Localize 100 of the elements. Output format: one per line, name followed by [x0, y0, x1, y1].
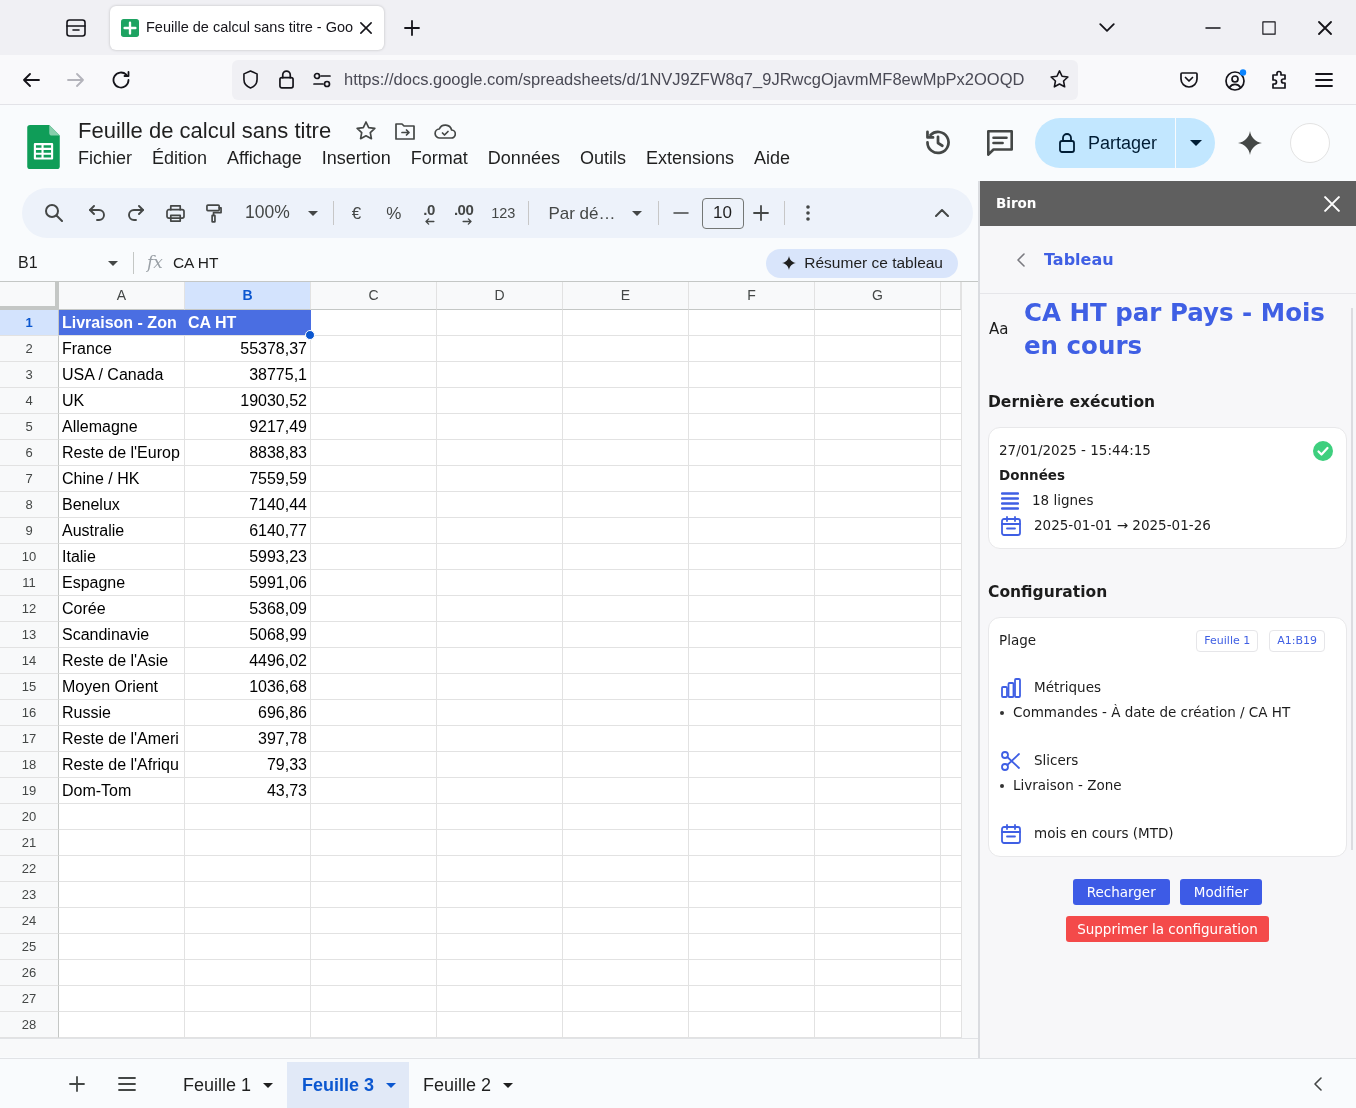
drawer-icon[interactable] [66, 18, 86, 37]
menu-item[interactable]: Insertion [311, 146, 401, 170]
column-header[interactable]: D [437, 282, 563, 310]
minus-icon[interactable] [672, 212, 689, 214]
row-header[interactable]: 24 [0, 908, 59, 934]
spreadsheet-icon[interactable] [27, 125, 60, 169]
sheet-tab[interactable]: Feuille 3 [287, 1062, 410, 1108]
formula-field[interactable]: CA HT [172, 251, 767, 275]
share-button[interactable]: Partager [1034, 118, 1175, 168]
menu-item[interactable]: Extensions [635, 146, 744, 170]
close-icon[interactable] [1318, 20, 1332, 35]
star-icon[interactable] [1050, 70, 1069, 89]
number-format-button[interactable]: 123 [491, 205, 516, 221]
selection-handle[interactable] [305, 330, 315, 340]
menu-item[interactable]: Format [400, 146, 478, 170]
browser-tab[interactable]: Feuille de calcul sans titre - Goo [110, 5, 384, 50]
row-header[interactable]: 6 [0, 440, 59, 466]
row-header[interactable]: 14 [0, 648, 59, 674]
back-icon[interactable] [22, 72, 40, 87]
font-size-field[interactable]: 10 [701, 197, 744, 229]
chevron-up-icon[interactable] [935, 209, 949, 217]
menu-item[interactable]: Aide [744, 146, 801, 170]
menu-item[interactable]: Fichier [68, 146, 142, 170]
undo-icon[interactable] [89, 205, 105, 221]
paint-roller-icon[interactable] [206, 203, 222, 223]
row-header[interactable]: 9 [0, 518, 59, 544]
menu-item[interactable]: Données [477, 146, 570, 170]
column-header[interactable]: F [689, 282, 815, 310]
column-header[interactable]: C [311, 282, 437, 310]
search-icon[interactable] [45, 204, 63, 222]
folder-arrow-icon[interactable] [395, 122, 416, 140]
row-header[interactable]: 1 [0, 310, 59, 336]
account-icon[interactable] [1225, 68, 1247, 91]
row-header[interactable]: 23 [0, 882, 59, 908]
row-header[interactable]: 4 [0, 388, 59, 414]
delete-button[interactable]: Supprimer la configuration [1066, 916, 1269, 942]
percent-format-button[interactable]: % [386, 204, 402, 222]
sheet-tab[interactable]: Feuille 2 [409, 1062, 528, 1108]
column-header[interactable]: A [59, 282, 185, 310]
reload-icon[interactable] [112, 70, 130, 89]
maximize-icon[interactable] [1262, 20, 1276, 35]
row-header[interactable]: 27 [0, 986, 59, 1012]
row-header[interactable]: 11 [0, 570, 59, 596]
row-header[interactable]: 22 [0, 856, 59, 882]
caret-icon[interactable] [108, 260, 118, 266]
menu-item[interactable]: Édition [142, 146, 218, 170]
cloud-check-icon[interactable] [434, 123, 457, 139]
sliders-icon[interactable] [313, 71, 331, 88]
font-dropdown[interactable]: Par dé… [548, 204, 642, 222]
decrease-decimals-button[interactable]: .0 [423, 201, 435, 225]
plus-icon[interactable] [404, 19, 420, 36]
minimize-icon[interactable] [1205, 26, 1221, 29]
redo-icon[interactable] [128, 205, 144, 221]
print-icon[interactable] [166, 204, 185, 222]
row-header[interactable]: 2 [0, 336, 59, 362]
summarize-button[interactable]: Résumer ce tableau [766, 248, 958, 278]
row-header[interactable]: 13 [0, 622, 59, 648]
menu-icon[interactable] [118, 1076, 136, 1091]
history-icon[interactable] [924, 130, 951, 156]
shield-icon[interactable] [243, 70, 258, 89]
column-header[interactable]: E [563, 282, 689, 310]
action-button[interactable]: Modifier [1179, 879, 1263, 905]
row-header[interactable]: 7 [0, 466, 59, 492]
menu-item[interactable]: Affichage [217, 146, 312, 170]
star-icon[interactable] [356, 121, 377, 141]
close-icon[interactable] [360, 21, 372, 34]
currency-format-button[interactable]: € [351, 204, 362, 222]
zoom-dropdown[interactable]: 100% [245, 204, 318, 222]
row-header[interactable]: 3 [0, 362, 59, 388]
row-header[interactable]: 12 [0, 596, 59, 622]
row-header[interactable]: 10 [0, 544, 59, 570]
chevron-down-icon[interactable] [1099, 23, 1115, 32]
menu-icon[interactable] [1315, 72, 1333, 87]
row-header[interactable]: 19 [0, 778, 59, 804]
plus-icon[interactable] [69, 1075, 85, 1092]
share-options-button[interactable] [1176, 118, 1215, 168]
chevron-left-icon[interactable] [1017, 252, 1025, 267]
row-header[interactable]: 16 [0, 700, 59, 726]
sheet-tab[interactable]: Feuille 1 [169, 1062, 288, 1108]
column-header[interactable]: G [815, 282, 941, 310]
row-header[interactable]: 8 [0, 492, 59, 518]
lock-icon[interactable] [279, 70, 294, 89]
row-header[interactable]: 18 [0, 752, 59, 778]
more-icon[interactable] [805, 205, 810, 221]
column-header[interactable]: B [185, 282, 311, 310]
row-header[interactable]: 15 [0, 674, 59, 700]
row-header[interactable]: 28 [0, 1012, 59, 1038]
row-header[interactable]: 5 [0, 414, 59, 440]
chevron-left-icon[interactable] [1314, 1076, 1322, 1091]
cell-reference-field[interactable]: B1 [18, 251, 102, 275]
pouch-icon[interactable] [1180, 71, 1198, 88]
document-title[interactable]: Feuille de calcul sans titre [78, 116, 332, 146]
back-link[interactable]: Tableau [1044, 247, 1114, 272]
row-header[interactable]: 25 [0, 934, 59, 960]
row-header[interactable]: 20 [0, 804, 59, 830]
action-button[interactable]: Recharger [1072, 879, 1170, 905]
sparkle-icon[interactable] [1238, 131, 1262, 155]
menu-item[interactable]: Outils [569, 146, 636, 170]
increase-decimals-button[interactable]: .00 [453, 201, 474, 225]
address-bar[interactable]: https://docs.google.com/spreadsheets/d/1NVJ9ZFW8q7_9JRwcgOjavmMF8ewMpPx2OOQD [232, 59, 1078, 100]
